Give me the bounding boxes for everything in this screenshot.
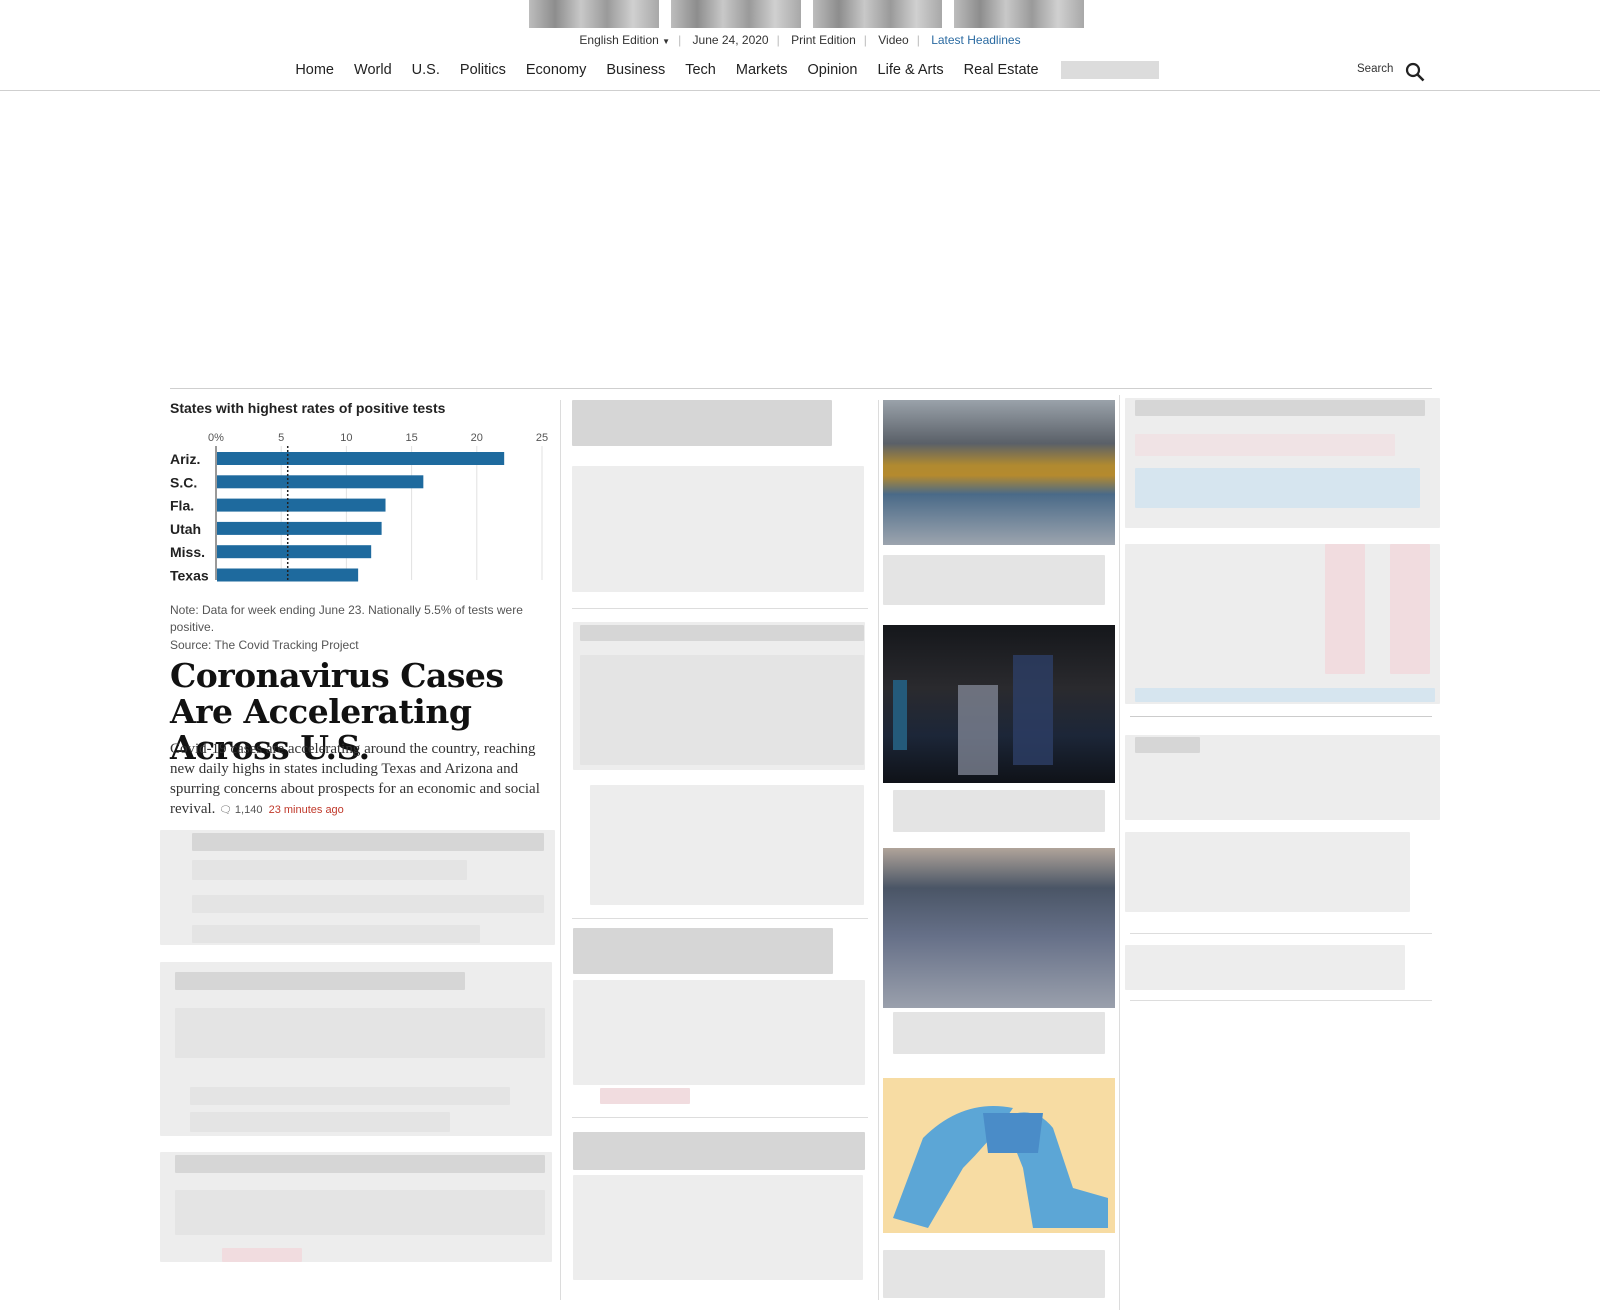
blurred-text xyxy=(590,785,864,905)
timestamp: 23 minutes ago xyxy=(268,804,344,816)
date-label: June 24, 2020 xyxy=(692,33,769,47)
chart-bar xyxy=(217,545,372,559)
blurred-sidebar-story[interactable] xyxy=(1125,832,1410,912)
site-logo[interactable] xyxy=(529,0,1084,28)
column-divider xyxy=(1119,395,1120,1310)
chart-category-label: S.C. xyxy=(170,474,197,490)
nav-home[interactable]: Home xyxy=(295,62,334,78)
story-photo[interactable] xyxy=(883,400,1115,545)
blurred-text xyxy=(600,1088,690,1104)
nav-us[interactable]: U.S. xyxy=(412,62,440,78)
blurred-widget-row xyxy=(1135,434,1395,456)
column-divider xyxy=(878,400,879,1300)
chart-tick-label: 0% xyxy=(208,432,224,444)
nav-politics[interactable]: Politics xyxy=(460,62,506,78)
chart-tick-label: 10 xyxy=(340,432,352,444)
positive-tests-chart[interactable]: 0% 5 10 15 20 25 Ariz. S.C. Fla. Utah Miss. Texas xyxy=(168,430,553,590)
sidebar-divider xyxy=(1130,933,1432,934)
nav-economy[interactable]: Economy xyxy=(526,62,586,78)
nav-item-blurred[interactable] xyxy=(1060,61,1159,79)
story-photo[interactable] xyxy=(883,1078,1115,1233)
nav-world[interactable]: World xyxy=(354,62,392,78)
blurred-text xyxy=(572,466,864,592)
blurred-text xyxy=(222,1248,302,1262)
sidebar-divider xyxy=(1130,716,1432,717)
content-top-divider xyxy=(170,388,1432,389)
sidebar-divider xyxy=(1130,1000,1432,1001)
blurred-sidebar-story[interactable] xyxy=(1125,945,1405,990)
blurred-text xyxy=(175,1008,545,1058)
edition-selector[interactable]: English Edition ▼ xyxy=(571,33,678,47)
chart-bar xyxy=(217,475,424,489)
blurred-caption xyxy=(883,1250,1105,1298)
nav-opinion[interactable]: Opinion xyxy=(808,62,858,78)
print-edition-link[interactable]: Print Edition xyxy=(783,33,864,47)
nav-life-arts[interactable]: Life & Arts xyxy=(878,62,944,78)
blurred-text xyxy=(175,1190,545,1235)
chart-tick-label: 15 xyxy=(405,432,417,444)
lead-meta: 🗨 1,140 23 minutes ago xyxy=(219,804,344,816)
story-divider xyxy=(572,1117,868,1118)
chart-category-label: Ariz. xyxy=(170,451,200,467)
blurred-headline[interactable] xyxy=(573,1132,865,1170)
blurred-text xyxy=(192,860,467,880)
blurred-headline[interactable] xyxy=(580,625,864,641)
comment-icon[interactable]: 🗨 xyxy=(219,805,232,816)
blurred-caption xyxy=(883,555,1105,605)
nav-business[interactable]: Business xyxy=(606,62,665,78)
chart-note: Note: Data for week ending June 23. Nati… xyxy=(170,603,523,634)
masthead-subbar: English Edition ▼ | June 24, 2020 | Print … xyxy=(0,33,1600,47)
blurred-market-footer xyxy=(1135,688,1435,702)
blurred-text xyxy=(192,925,480,943)
search-label[interactable]: Search xyxy=(1357,63,1393,75)
chart-bar xyxy=(217,498,386,512)
blurred-headline[interactable] xyxy=(192,833,544,851)
nav-markets[interactable]: Markets xyxy=(736,62,788,78)
chart-category-label: Texas xyxy=(170,568,209,584)
chevron-down-icon: ▼ xyxy=(662,37,671,46)
story-photo[interactable] xyxy=(883,625,1115,783)
blurred-text xyxy=(573,980,865,1085)
chart-bar xyxy=(217,452,505,465)
chart-tick-label: 5 xyxy=(278,432,284,444)
video-link[interactable]: Video xyxy=(870,33,916,47)
blurred-caption xyxy=(893,790,1105,832)
chart-category-label: Fla. xyxy=(170,498,194,514)
story-divider xyxy=(572,918,868,919)
chart-source: Source: The Covid Tracking Project xyxy=(170,638,359,652)
story-divider xyxy=(572,608,868,609)
nav-real-estate[interactable]: Real Estate xyxy=(964,62,1039,78)
comment-count[interactable]: 1,140 xyxy=(235,804,263,816)
blurred-text xyxy=(192,895,544,913)
blurred-headline[interactable] xyxy=(572,400,832,446)
edition-label: English Edition xyxy=(579,33,659,47)
chart-tick-label: 25 xyxy=(536,432,548,444)
blurred-headline[interactable] xyxy=(573,928,833,974)
blurred-widget-title xyxy=(1135,400,1425,416)
blurred-sidebar-label xyxy=(1135,737,1200,753)
blurred-headline[interactable] xyxy=(175,972,465,990)
blurred-market-col xyxy=(1325,544,1365,674)
nav-tech[interactable]: Tech xyxy=(685,62,716,78)
ad-slot xyxy=(0,91,1600,387)
blurred-text xyxy=(190,1087,510,1105)
story-photo[interactable] xyxy=(883,848,1115,1008)
search-icon[interactable] xyxy=(1405,62,1425,82)
chart-title: States with highest rates of positive te… xyxy=(170,400,446,416)
blurred-text xyxy=(573,1175,863,1280)
chart-bar xyxy=(217,521,382,535)
blurred-headline[interactable] xyxy=(175,1155,545,1173)
latest-headlines-link[interactable]: Latest Headlines xyxy=(923,33,1028,47)
column-divider xyxy=(560,400,561,1300)
lead-summary: Covid-19 cases are accelerating around t… xyxy=(170,739,550,821)
chart-tick-label: 20 xyxy=(471,432,483,444)
blurred-text xyxy=(190,1112,450,1132)
blurred-market-col xyxy=(1390,544,1430,674)
blurred-widget[interactable] xyxy=(1125,398,1440,528)
chart-category-label: Miss. xyxy=(170,544,205,560)
chart-category-label: Utah xyxy=(170,521,201,537)
blurred-caption xyxy=(893,1012,1105,1054)
blurred-text xyxy=(580,655,864,765)
blurred-widget-row xyxy=(1135,468,1420,508)
